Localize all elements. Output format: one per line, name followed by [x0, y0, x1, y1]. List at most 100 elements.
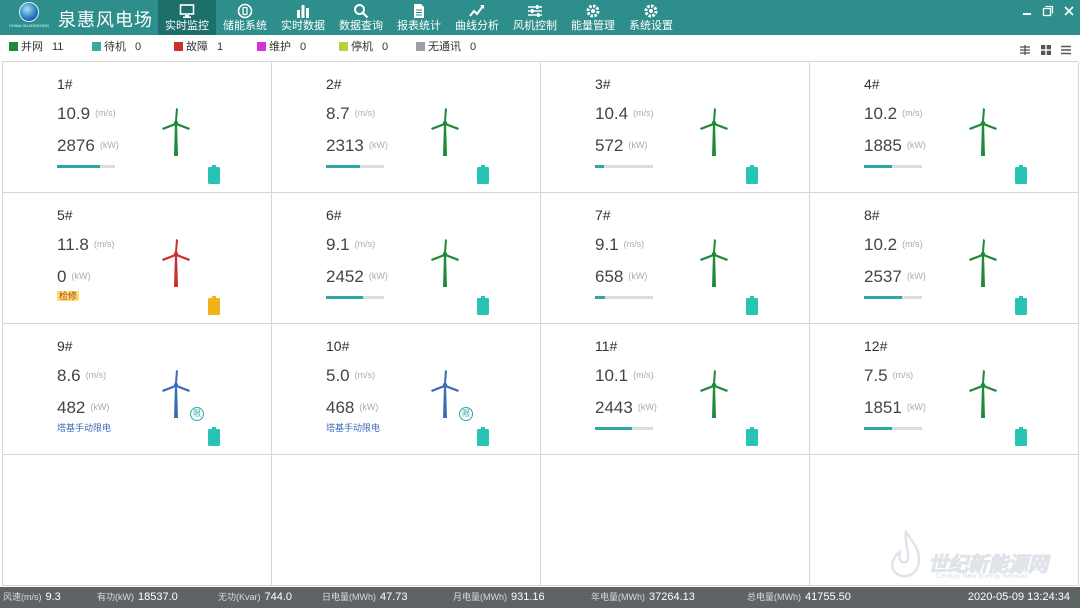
turbine-card[interactable]: 3# 10.4 (m/s) 572 (kW) — [541, 62, 810, 193]
grid-view-button[interactable] — [1040, 43, 1052, 55]
nav-label: 数据查询 — [339, 20, 383, 32]
nav-system-settings[interactable]: 系统设置 — [622, 0, 680, 35]
turbine-card[interactable]: 5# 11.8 (m/s) 0 (kW) 检修 — [3, 193, 272, 324]
battery-icon — [1015, 296, 1027, 315]
nav-curve-analysis[interactable]: 曲线分析 — [448, 0, 506, 35]
monitor-icon — [179, 4, 195, 18]
list-view-icon — [1061, 45, 1071, 55]
legend-standby[interactable]: 待机 0 — [92, 40, 141, 54]
power-limit-badge: 限 — [459, 407, 473, 421]
turbine-name: 2# — [326, 76, 342, 92]
wind-speed-unit: (m/s) — [85, 370, 107, 380]
nav-realtime-monitor[interactable]: 实时监控 — [158, 0, 216, 35]
empty-turbine-slot — [3, 455, 272, 586]
active-power: 2537 (kW) — [864, 267, 926, 287]
active-power: 468 (kW) — [326, 398, 378, 418]
stat-daily-energy: 日电量(MWh) 47.73 — [322, 591, 408, 604]
stat-yearly-energy: 年电量(MWh) 37264.13 — [591, 591, 695, 604]
stat-monthly-energy: 月电量(MWh) 931.16 — [453, 591, 545, 604]
turbine-card[interactable]: 8# 10.2 (m/s) 2537 (kW) — [810, 193, 1079, 324]
nav-report-stats[interactable]: 报表统计 — [390, 0, 448, 35]
turbine-grid: 1# 10.9 (m/s) 2876 (kW) 2# 8.7 (m/s) 2313 (kW) 3# 1… — [2, 61, 1079, 586]
legend-maintenance[interactable]: 维护 0 — [257, 40, 306, 54]
nav-data-query[interactable]: 数据查询 — [332, 0, 390, 35]
active-power-unit: (kW) — [906, 140, 926, 150]
battery-icon — [477, 165, 489, 184]
turbine-card[interactable]: 12# 7.5 (m/s) 1851 (kW) — [810, 324, 1079, 455]
legend-swatch — [257, 42, 266, 51]
turbine-card[interactable]: 10# 5.0 (m/s) 468 (kW) 塔基手动限电 限 — [272, 324, 541, 455]
battery-icon — [208, 296, 220, 315]
wind-speed-value: 10.9 — [57, 104, 91, 123]
nav-storage-system[interactable]: 储能系统 — [216, 0, 274, 35]
turbine-card[interactable]: 9# 8.6 (m/s) 482 (kW) 塔基手动限电 限 — [3, 324, 272, 455]
active-power-unit: (kW) — [906, 402, 926, 412]
legend-swatch — [9, 42, 18, 51]
layout-toggle-button[interactable] — [1019, 43, 1031, 55]
turbine-name: 3# — [595, 76, 611, 92]
turbine-card[interactable]: 6# 9.1 (m/s) 2452 (kW) — [272, 193, 541, 324]
list-view-button[interactable] — [1060, 43, 1072, 55]
nav-label: 储能系统 — [223, 20, 267, 32]
wind-speed-value: 8.6 — [57, 366, 81, 385]
legend-count: 11 — [52, 41, 64, 53]
active-power-value: 0 — [57, 267, 67, 286]
power-progress-fill — [326, 165, 361, 168]
close-button[interactable] — [1062, 5, 1076, 17]
legend-stopped[interactable]: 停机 0 — [339, 40, 388, 54]
active-power-unit: (kW) — [99, 140, 119, 150]
minimize-button[interactable] — [1020, 5, 1034, 17]
company-logo: CHINA GUANGDONG — [6, 2, 52, 33]
nav-realtime-data[interactable]: 实时数据 — [274, 0, 332, 35]
turbine-card[interactable]: 2# 8.7 (m/s) 2313 (kW) — [272, 62, 541, 193]
datetime-display: 2020-05-09 13:24:34 — [967, 591, 1070, 603]
legend-grid[interactable]: 并网 11 — [9, 40, 63, 54]
active-power: 658 (kW) — [595, 267, 647, 287]
nav-label: 系统设置 — [629, 20, 673, 32]
nav-turbine-control[interactable]: 风机控制 — [506, 0, 564, 35]
legend-count: 0 — [135, 41, 142, 53]
wind-turbine-icon — [431, 370, 459, 418]
active-power: 482 (kW) — [57, 398, 109, 418]
close-icon — [1064, 6, 1074, 16]
turbine-name: 8# — [864, 207, 880, 223]
wind-turbine-icon — [969, 108, 997, 156]
stat-total-energy: 总电量(MWh) 41755.50 — [747, 591, 851, 604]
active-power-unit: (kW) — [90, 402, 110, 412]
active-power-value: 482 — [57, 398, 86, 417]
restore-icon — [1042, 5, 1054, 17]
turbine-card[interactable]: 4# 10.2 (m/s) 1885 (kW) — [810, 62, 1079, 193]
legend-no-comm[interactable]: 无通讯 0 — [416, 40, 476, 54]
power-progress-fill — [595, 296, 605, 299]
wind-speed-value: 9.1 — [326, 235, 350, 254]
stat-value: 18537.0 — [138, 591, 178, 603]
power-progress-bar — [864, 296, 922, 299]
power-limit-badge: 限 — [190, 407, 204, 421]
active-power: 2443 (kW) — [595, 398, 657, 418]
stat-label: 月电量(MWh) — [453, 592, 507, 602]
wind-speed-unit: (m/s) — [623, 239, 645, 249]
battery-icon — [1015, 165, 1027, 184]
restore-button[interactable] — [1041, 5, 1055, 17]
legend-count: 0 — [300, 41, 307, 53]
wind-speed-value: 10.1 — [595, 366, 629, 385]
active-power: 1885 (kW) — [864, 136, 926, 156]
power-progress-bar — [595, 296, 653, 299]
power-progress-fill — [595, 427, 632, 430]
nav-energy-management[interactable]: 能量管理 — [564, 0, 622, 35]
battery-icon — [1015, 427, 1027, 446]
active-power-value: 2452 — [326, 267, 364, 286]
active-power-unit: (kW) — [637, 402, 657, 412]
stat-value: 41755.50 — [805, 591, 851, 603]
wind-speed-value: 10.2 — [864, 235, 898, 254]
legend-swatch — [416, 42, 425, 51]
nav-label: 风机控制 — [513, 20, 557, 32]
wind-turbine-icon — [162, 370, 190, 418]
wind-speed-unit: (m/s) — [354, 370, 376, 380]
legend-fault[interactable]: 故障 1 — [174, 40, 223, 54]
turbine-card[interactable]: 11# 10.1 (m/s) 2443 (kW) — [541, 324, 810, 455]
turbine-card[interactable]: 1# 10.9 (m/s) 2876 (kW) — [3, 62, 272, 193]
turbine-card[interactable]: 7# 9.1 (m/s) 658 (kW) — [541, 193, 810, 324]
logo-caption: CHINA GUANGDONG — [8, 23, 49, 28]
wind-speed-unit: (m/s) — [902, 239, 923, 249]
